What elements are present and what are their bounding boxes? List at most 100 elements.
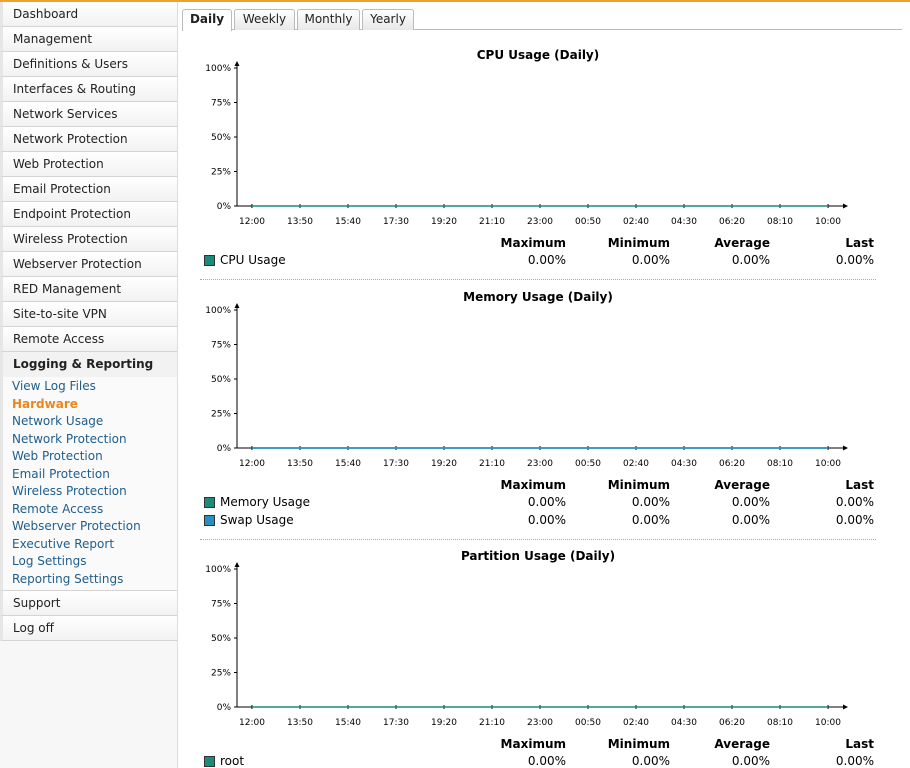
x-tick-label: 10:00 — [815, 459, 841, 469]
y-tick-label: 100% — [205, 306, 231, 316]
y-tick-label: 25% — [211, 168, 231, 178]
legend-row: CPU Usage 0.00% 0.00% 0.00% 0.00% — [200, 253, 876, 270]
partition-usage-chart: 0% 25% 50% 75% 100% 12:00 13:50 15:40 17:30 19:20… — [205, 562, 848, 728]
y-tick-label: 75% — [211, 600, 231, 610]
nav-item-red-management[interactable]: RED Management — [0, 277, 177, 302]
x-tick-label: 17:30 — [383, 217, 409, 227]
subnav-item-web-protection[interactable]: Web Protection — [3, 448, 177, 466]
nav-item-network-services[interactable]: Network Services — [0, 102, 177, 127]
x-tick-label: 10:00 — [815, 718, 841, 728]
subnav-item-view-log-files[interactable]: View Log Files — [3, 378, 177, 396]
tab-daily[interactable]: Daily — [182, 9, 232, 31]
x-tick-label: 06:20 — [719, 459, 745, 469]
series-max: 0.00% — [527, 513, 566, 527]
col-minimum: Minimum — [607, 737, 670, 751]
subnav-item-remote-access[interactable]: Remote Access — [3, 501, 177, 519]
series-avg: 0.00% — [731, 495, 770, 509]
y-axis-arrow — [234, 303, 240, 308]
x-tick-label: 06:20 — [719, 217, 745, 227]
nav-item-web-protection[interactable]: Web Protection — [0, 152, 177, 177]
x-tick-label: 23:00 — [527, 217, 553, 227]
series-min: 0.00% — [631, 513, 670, 527]
x-axis-arrow — [843, 445, 848, 451]
x-tick-label: 08:10 — [767, 718, 793, 728]
subnav-item-webserver-protection[interactable]: Webserver Protection — [3, 518, 177, 536]
x-tick-label: 06:20 — [719, 718, 745, 728]
col-minimum: Minimum — [607, 478, 670, 492]
memory-usage-chart: 0% 25% 50% 75% 100% 12:00 13:50 15:40 17:30 19:20… — [205, 303, 848, 469]
x-axis-arrow — [843, 704, 848, 710]
tab-yearly[interactable]: Yearly — [362, 9, 414, 30]
subnav-logging-reporting: View Log Files Hardware Network Usage Ne… — [0, 377, 177, 591]
subnav-item-network-protection[interactable]: Network Protection — [3, 431, 177, 449]
legend-row: Swap Usage 0.00% 0.00% 0.00% 0.00% — [200, 513, 876, 530]
subnav-item-wireless-protection[interactable]: Wireless Protection — [3, 483, 177, 501]
col-maximum: Maximum — [500, 478, 566, 492]
col-last: Last — [845, 478, 874, 492]
y-tick-label: 25% — [211, 669, 231, 679]
tab-monthly[interactable]: Monthly — [297, 9, 360, 30]
series-max: 0.00% — [527, 253, 566, 267]
y-tick-label: 100% — [205, 64, 231, 74]
x-tick-label: 21:10 — [479, 459, 505, 469]
nav-item-remote-access[interactable]: Remote Access — [0, 327, 177, 352]
y-tick-label: 50% — [211, 634, 231, 644]
y-tick-label: 50% — [211, 375, 231, 385]
nav-item-network-protection[interactable]: Network Protection — [0, 127, 177, 152]
y-axis-arrow — [234, 562, 240, 567]
x-tick-label: 15:40 — [335, 217, 361, 227]
nav-item-log-off[interactable]: Log off — [0, 616, 177, 641]
y-tick-label: 75% — [211, 99, 231, 109]
period-tabs: Daily Weekly Monthly Yearly — [182, 9, 902, 31]
nav-item-webserver-protection[interactable]: Webserver Protection — [0, 252, 177, 277]
x-tick-label: 04:30 — [671, 459, 697, 469]
nav-item-management[interactable]: Management — [0, 27, 177, 52]
nav-item-endpoint-protection[interactable]: Endpoint Protection — [0, 202, 177, 227]
subnav-item-log-settings[interactable]: Log Settings — [3, 553, 177, 571]
series-last: 0.00% — [835, 495, 874, 509]
subnav-item-executive-report[interactable]: Executive Report — [3, 536, 177, 554]
nav-item-wireless-protection[interactable]: Wireless Protection — [0, 227, 177, 252]
section-divider — [200, 539, 876, 540]
nav-item-site-to-site-vpn[interactable]: Site-to-site VPN — [0, 302, 177, 327]
x-tick-label: 12:00 — [239, 459, 265, 469]
x-tick-label: 13:50 — [287, 718, 313, 728]
x-tick-label: 02:40 — [623, 217, 649, 227]
nav-item-email-protection[interactable]: Email Protection — [0, 177, 177, 202]
series-name: root — [220, 754, 245, 768]
y-tick-label: 0% — [217, 444, 232, 454]
x-tick-label: 02:40 — [623, 718, 649, 728]
memory-usage-panel: Memory Usage (Daily) 0% 25% 50% 75% 100% 12:0… — [200, 282, 876, 540]
series-last: 0.00% — [835, 513, 874, 527]
x-tick-label: 15:40 — [335, 459, 361, 469]
nav-item-interfaces-routing[interactable]: Interfaces & Routing — [0, 77, 177, 102]
series-name: Memory Usage — [220, 495, 311, 509]
tab-weekly[interactable]: Weekly — [234, 9, 295, 30]
x-axis-arrow — [843, 203, 848, 209]
subnav-item-reporting-settings[interactable]: Reporting Settings — [3, 571, 177, 589]
nav-item-logging-reporting[interactable]: Logging & Reporting — [0, 352, 177, 377]
series-max: 0.00% — [527, 754, 566, 768]
nav-item-dashboard[interactable]: Dashboard — [0, 2, 177, 27]
sidebar: Dashboard Management Definitions & Users… — [0, 2, 178, 768]
nav-item-support[interactable]: Support — [0, 591, 177, 616]
nav-item-definitions-users[interactable]: Definitions & Users — [0, 52, 177, 77]
x-tick-label: 00:50 — [575, 718, 601, 728]
legend-row: root 0.00% 0.00% 0.00% 0.00% — [200, 754, 876, 768]
x-tick-label: 23:00 — [527, 718, 553, 728]
x-tick-label: 02:40 — [623, 459, 649, 469]
x-tick-label: 19:20 — [431, 217, 457, 227]
y-tick-label: 75% — [211, 341, 231, 351]
y-axis-arrow — [234, 61, 240, 66]
series-min: 0.00% — [631, 253, 670, 267]
x-tick-label: 21:10 — [479, 217, 505, 227]
series-min: 0.00% — [631, 754, 670, 768]
partition-usage-panel: Partition Usage (Daily) 0% 25% 50% 75% 100% 1… — [200, 541, 876, 768]
x-tick-label: 12:00 — [239, 217, 265, 227]
main-content: Daily Weekly Monthly Yearly CPU Usage (D… — [182, 2, 910, 768]
subnav-item-email-protection[interactable]: Email Protection — [3, 466, 177, 484]
x-tick-label: 08:10 — [767, 459, 793, 469]
subnav-item-hardware[interactable]: Hardware — [3, 396, 177, 414]
subnav-item-network-usage[interactable]: Network Usage — [3, 413, 177, 431]
x-tick-label: 19:20 — [431, 459, 457, 469]
